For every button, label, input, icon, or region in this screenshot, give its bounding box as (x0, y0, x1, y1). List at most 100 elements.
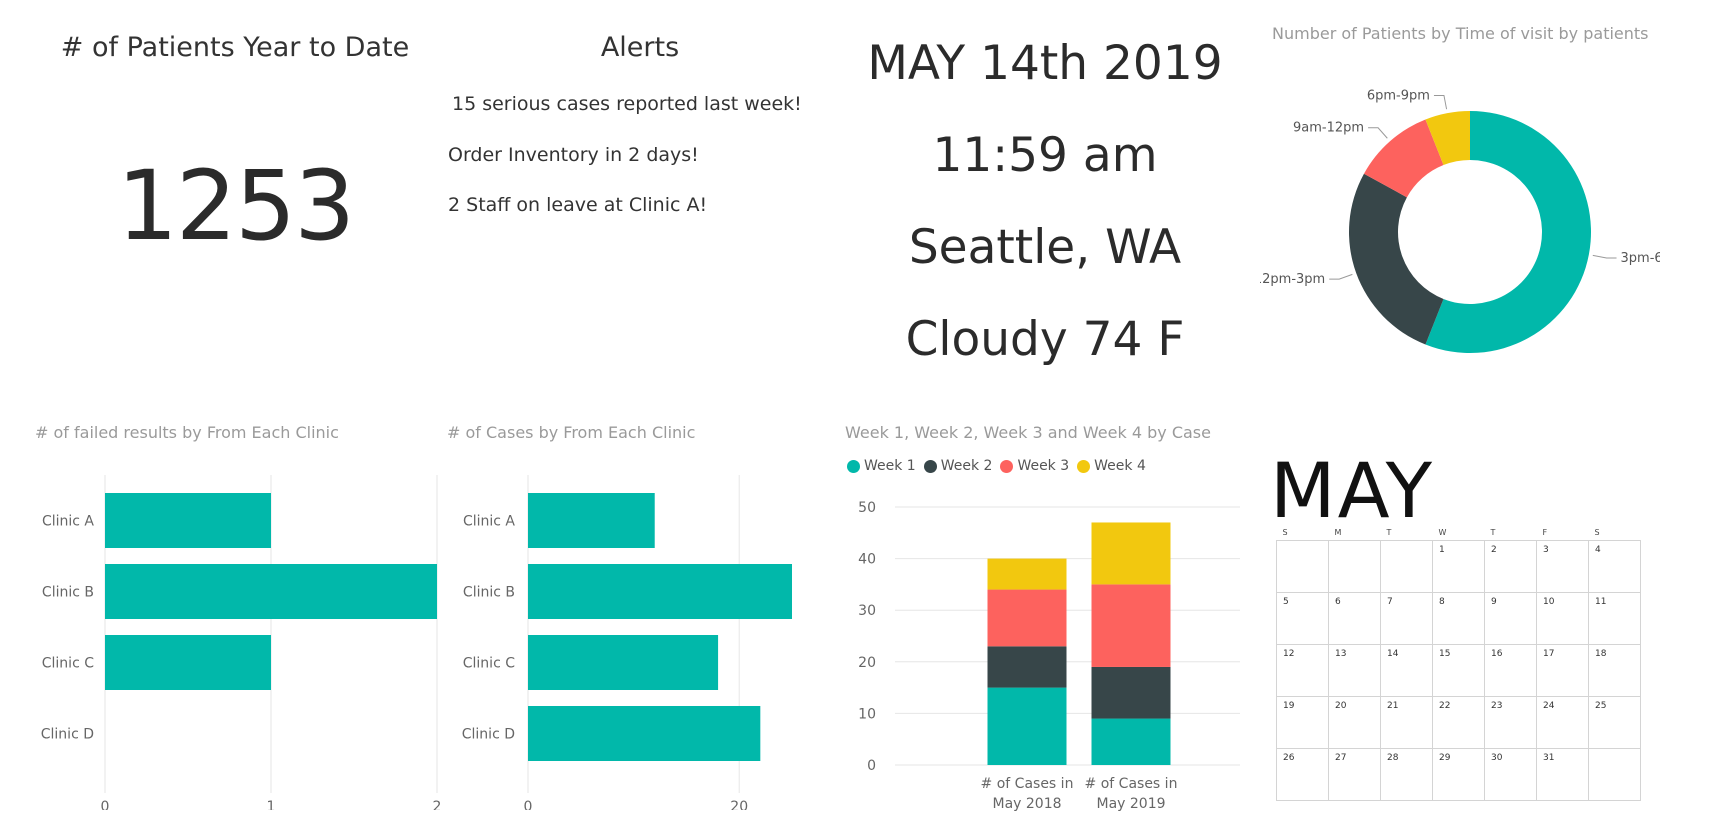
failed-chart-title: # of failed results by From Each Clinic (35, 423, 339, 442)
legend-week-3[interactable]: Week 3 (1000, 458, 1069, 474)
calendar-day-cell (1328, 540, 1381, 593)
calendar-day-cell[interactable]: 2 (1484, 540, 1537, 593)
legend-swatch (1000, 459, 1014, 473)
stack-segment-Week 4[interactable] (987, 558, 1067, 590)
calendar-day-cell[interactable]: 26 (1276, 748, 1329, 801)
calendar-day-cell[interactable]: 20 (1328, 696, 1381, 749)
calendar-day-cell[interactable]: 23 (1484, 696, 1537, 749)
y-category-label: Clinic A (463, 514, 515, 530)
calendar-day-cell[interactable]: 27 (1328, 748, 1381, 801)
calendar-day-cell[interactable]: 8 (1432, 592, 1485, 645)
calendar-day-cell[interactable]: 29 (1432, 748, 1485, 801)
calendar-day-cell[interactable]: 11 (1588, 592, 1641, 645)
calendar-day-cell[interactable]: 28 (1380, 748, 1433, 801)
patients-ytd-value: 1253 (116, 150, 355, 262)
cases-by-clinic-chart: 0 20 Clinic A Clinic B Clinic C Clinic D (462, 475, 792, 810)
x-tick-label: 0 (524, 799, 533, 810)
legend-label: Week 3 (1017, 458, 1070, 474)
donut-slice-label: 9am-12pm (1293, 121, 1364, 136)
calendar-day-cell (1380, 540, 1433, 593)
bar-Clinic A[interactable] (528, 493, 655, 548)
current-location: Seattle, WA (908, 220, 1182, 275)
calendar-weekday: M (1334, 527, 1342, 537)
calendar-day-cell[interactable]: 12 (1276, 644, 1329, 697)
y-category-label: Clinic B (463, 585, 515, 601)
calendar-day-cell[interactable]: 9 (1484, 592, 1537, 645)
calendar-month: MAY (1270, 446, 1435, 535)
x-category-label: May 2018 (992, 796, 1061, 812)
calendar-day-cell[interactable]: 7 (1380, 592, 1433, 645)
calendar-day-cell[interactable]: 21 (1380, 696, 1433, 749)
donut-leader-line (1368, 127, 1388, 139)
calendar-day-cell[interactable]: 14 (1380, 644, 1433, 697)
cases-chart-title: # of Cases by From Each Clinic (447, 423, 696, 442)
stack-segment-Week 1[interactable] (987, 687, 1067, 765)
calendar-day-cell[interactable]: 6 (1328, 592, 1381, 645)
calendar-day-cell[interactable]: 19 (1276, 696, 1329, 749)
calendar-day-cell[interactable]: 30 (1484, 748, 1537, 801)
calendar-day-cell[interactable]: 5 (1276, 592, 1329, 645)
alert-item: 15 serious cases reported last week! (452, 93, 802, 115)
bar-Clinic A[interactable] (105, 493, 271, 548)
calendar-day-cell[interactable]: 1 (1432, 540, 1485, 593)
current-date: MAY 14th 2019 (867, 36, 1223, 91)
calendar-day-cell[interactable]: 16 (1484, 644, 1537, 697)
stack-segment-Week 1[interactable] (1091, 718, 1171, 765)
current-weather: Cloudy 74 F (905, 312, 1185, 367)
donut-leader-line (1433, 94, 1448, 110)
calendar-week-row: 19 20 21 22 23 24 25 (1276, 696, 1641, 749)
donut-slice-12pm-3pm[interactable] (1349, 173, 1444, 345)
bar-Clinic C[interactable] (105, 635, 271, 690)
y-tick-label: 40 (858, 552, 876, 568)
x-tick-label: 20 (730, 799, 748, 810)
donut-chart: 3pm-6pm 12pm-3pm 9am-12pm 6pm-9pm (1260, 88, 1660, 353)
calendar-day-cell[interactable]: 15 (1432, 644, 1485, 697)
y-tick-label: 50 (858, 500, 876, 516)
y-category-label: Clinic C (42, 656, 94, 672)
calendar-day-cell[interactable]: 25 (1588, 696, 1641, 749)
weeks-stacked-chart: 50 40 30 20 10 0 # of Cases in May 2018 # of Cas… (858, 500, 1240, 812)
calendar-day-cell[interactable]: 4 (1588, 540, 1641, 593)
weeks-legend: Week 1 Week 2 Week 3 Week 4 (847, 458, 1146, 474)
y-tick-label: 10 (858, 706, 876, 722)
stack-segment-Week 4[interactable] (1091, 522, 1171, 585)
y-tick-label: 0 (867, 758, 876, 774)
calendar-weekday: T (1386, 527, 1392, 537)
x-tick-label: 2 (433, 799, 440, 810)
donut-leader-line (1592, 254, 1617, 259)
stack-segment-Week 2[interactable] (987, 646, 1067, 688)
donut-slice-label: 3pm-6pm (1621, 251, 1660, 266)
donut-slice-label: 6pm-9pm (1367, 88, 1430, 103)
calendar-weekday: F (1542, 527, 1548, 537)
legend-week-2[interactable]: Week 2 (923, 458, 992, 474)
calendar-day-cell[interactable]: 24 (1536, 696, 1589, 749)
calendar-day-cell[interactable]: 13 (1328, 644, 1381, 697)
bar-Clinic D[interactable] (528, 706, 761, 761)
legend-label: Week 1 (864, 458, 916, 474)
calendar-day-cell[interactable]: 31 (1536, 748, 1589, 801)
x-category-label: # of Cases in (1085, 776, 1178, 792)
bar-Clinic C[interactable] (528, 635, 719, 690)
stack-segment-Week 3[interactable] (1091, 584, 1171, 667)
legend-swatch (923, 459, 937, 473)
calendar-day-cell[interactable]: 10 (1536, 592, 1589, 645)
calendar-day-cell[interactable]: 17 (1536, 644, 1589, 697)
alerts-title: Alerts (600, 32, 680, 63)
stack-segment-Week 3[interactable] (987, 589, 1067, 647)
legend-week-1[interactable]: Week 1 (847, 458, 916, 474)
legend-label: Week 4 (1094, 458, 1146, 474)
legend-swatch (1077, 459, 1091, 473)
y-category-label: Clinic A (42, 514, 94, 530)
stack-segment-Week 2[interactable] (1091, 666, 1171, 719)
legend-swatch (847, 459, 860, 473)
y-tick-label: 30 (858, 603, 876, 619)
calendar-weekday-row: SMTWTFS (1277, 527, 1641, 541)
legend-week-4[interactable]: Week 4 (1077, 458, 1146, 474)
calendar-day-cell[interactable]: 18 (1588, 644, 1641, 697)
bar-Clinic B[interactable] (528, 564, 792, 619)
calendar-day-cell[interactable]: 3 (1536, 540, 1589, 593)
y-category-label: Clinic C (463, 656, 515, 672)
failed-results-chart: 0 1 2 Clinic A Clinic B Clinic C Clinic D (41, 475, 440, 810)
calendar-day-cell[interactable]: 22 (1432, 696, 1485, 749)
bar-Clinic B[interactable] (105, 564, 437, 619)
